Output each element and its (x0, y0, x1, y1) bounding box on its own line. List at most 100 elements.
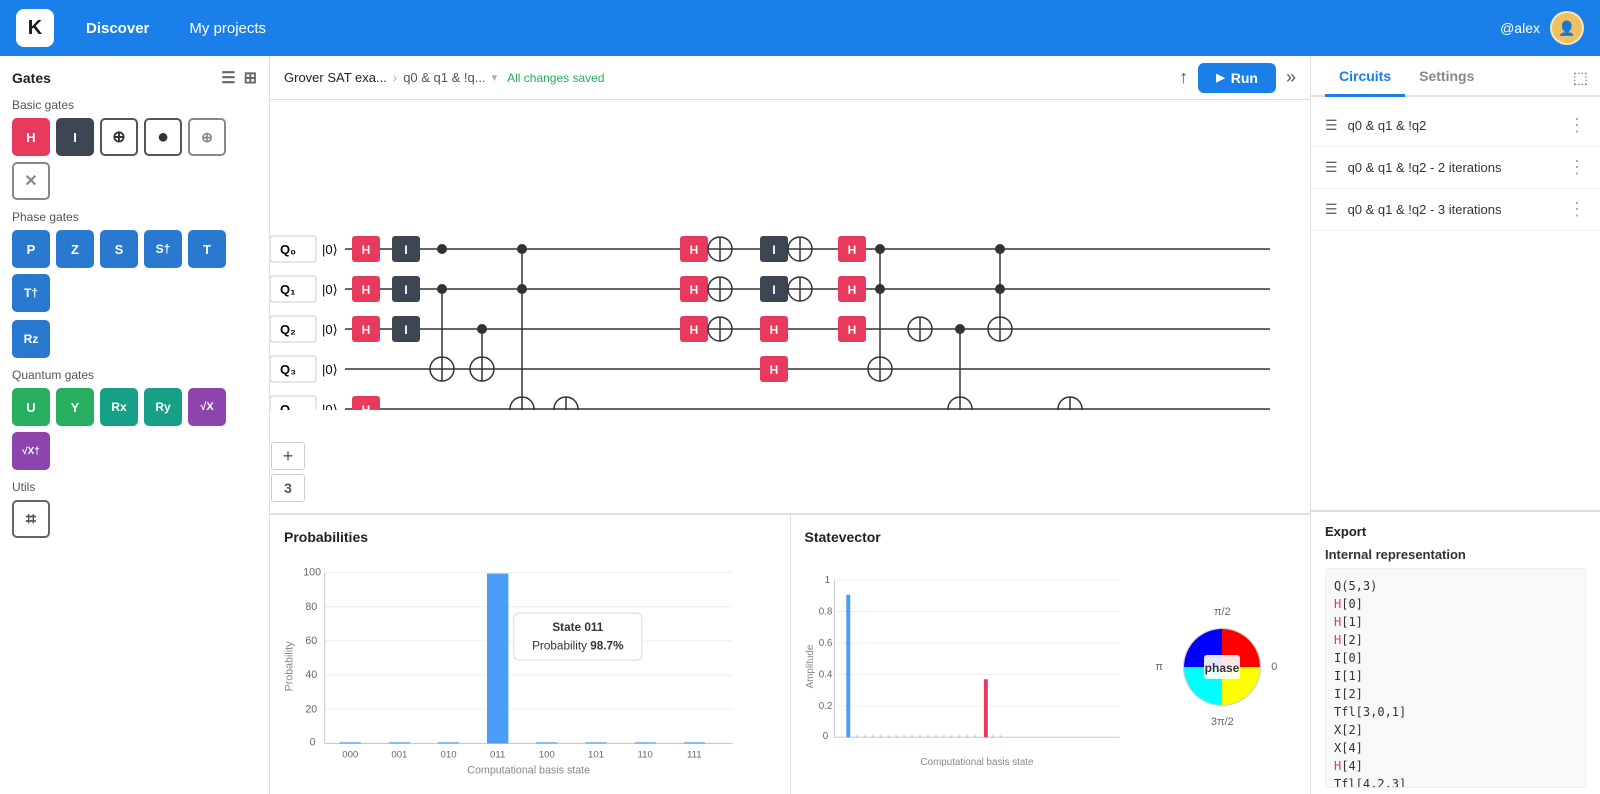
svg-text:H: H (848, 283, 857, 297)
circuit-menu-0[interactable]: ⋮ (1568, 115, 1586, 136)
svg-text:110: 110 (637, 749, 652, 760)
circuit-doc-icon-1: ☰ (1325, 159, 1338, 176)
svg-text:101: 101 (588, 749, 604, 760)
svg-text:010: 010 (441, 749, 457, 760)
bottom-panels: Probabilities 100 80 60 40 20 0 Probabil… (270, 514, 1310, 794)
gate-measure[interactable]: ⌗ (12, 500, 50, 538)
svg-text:H: H (690, 283, 699, 297)
circuit-menu-2[interactable]: ⋮ (1568, 199, 1586, 220)
nav-my-projects[interactable]: My projects (181, 16, 274, 41)
gate-swap[interactable]: ⊕ (188, 118, 226, 156)
svg-text:I: I (772, 243, 775, 257)
grid-view-icon[interactable]: ⊞ (244, 68, 257, 88)
share-icon[interactable]: ↑ (1179, 67, 1188, 88)
gate-sqx[interactable]: √X (188, 388, 226, 426)
circuit-item-0[interactable]: ☰ q0 & q1 & !q2 ⋮ (1311, 105, 1600, 147)
internal-rep-title: Internal representation (1325, 547, 1586, 562)
gate-t-dag[interactable]: T† (12, 274, 50, 312)
circuit-doc-icon-2: ☰ (1325, 201, 1338, 218)
app-header: K Discover My projects @alex 👤 (0, 0, 1600, 56)
gate-z[interactable]: Z (56, 230, 94, 268)
saved-status: All changes saved (507, 71, 604, 85)
svg-text:H: H (770, 363, 779, 377)
svg-text:0.6: 0.6 (818, 638, 832, 649)
gate-t[interactable]: T (188, 230, 226, 268)
utils-row: ⌗ (12, 500, 257, 538)
quantum-gates-row: U Y Rx Ry √X √X† (12, 388, 257, 470)
circuit-item-2[interactable]: ☰ q0 & q1 & !q2 - 3 iterations ⋮ (1311, 189, 1600, 231)
probabilities-chart: 100 80 60 40 20 0 Probability (284, 553, 776, 780)
svg-text:0.4: 0.4 (818, 669, 832, 680)
gate-u[interactable]: U (12, 388, 50, 426)
svg-text:H: H (848, 323, 857, 337)
svg-text:Probability 98.7%: Probability 98.7% (532, 639, 624, 652)
tab-settings[interactable]: Settings (1405, 56, 1488, 97)
svg-text:Amplitude: Amplitude (805, 644, 816, 688)
svg-text:|0⟩: |0⟩ (322, 362, 338, 377)
code-block[interactable]: Q(5,3) H[0] H[1] H[2] I[0] I[1] I[2] Tfl… (1325, 568, 1586, 788)
gate-s[interactable]: S (100, 230, 138, 268)
phase-gates-row: P Z S S† T T† (12, 230, 257, 312)
breadcrumb-dropdown-icon[interactable]: ▾ (492, 71, 498, 84)
more-icon[interactable]: » (1286, 67, 1296, 88)
statevector-chart: 1 0.8 0.6 0.4 0.2 0 Amplitude (805, 553, 1297, 780)
svg-text:H: H (362, 243, 371, 257)
svg-text:Q₄: Q₄ (280, 402, 296, 410)
tab-circuits[interactable]: Circuits (1325, 56, 1405, 97)
breadcrumb-sub[interactable]: q0 & q1 & !q... (403, 70, 485, 85)
gate-ry[interactable]: Ry (144, 388, 182, 426)
username: @alex (1500, 20, 1540, 36)
nav-discover[interactable]: Discover (78, 16, 157, 41)
svg-text:Probability: Probability (284, 641, 296, 691)
gate-h[interactable]: H (12, 118, 50, 156)
gate-i[interactable]: I (56, 118, 94, 156)
quantum-gates-label: Quantum gates (12, 368, 257, 382)
svg-text:Computational basis state: Computational basis state (920, 757, 1033, 768)
svg-text:H: H (362, 403, 371, 410)
svg-text:100: 100 (303, 567, 321, 579)
gate-x[interactable]: ✕ (12, 162, 50, 200)
iteration-counter[interactable]: 3 (271, 474, 305, 502)
gate-rz[interactable]: Rz (12, 320, 50, 358)
svg-text:20: 20 (305, 703, 317, 715)
circuit-name-0: q0 & q1 & !q2 (1348, 118, 1558, 133)
list-view-icon[interactable]: ☰ (221, 68, 235, 88)
breadcrumb-sep: › (393, 70, 397, 85)
gate-ctrl[interactable]: ● (144, 118, 182, 156)
main-layout: Gates ☰ ⊞ Basic gates H I ⊕ ● ⊕ ✕ Phase … (0, 56, 1600, 794)
svg-text:H: H (770, 323, 779, 337)
svg-text:001: 001 (391, 749, 407, 760)
gate-s-dag[interactable]: S† (144, 230, 182, 268)
gate-rx[interactable]: Rx (100, 388, 138, 426)
circuit-name-2: q0 & q1 & !q2 - 3 iterations (1348, 202, 1558, 217)
gate-cx[interactable]: ⊕ (100, 118, 138, 156)
circuit-menu-1[interactable]: ⋮ (1568, 157, 1586, 178)
export-section: Export Internal representation Q(5,3) H[… (1311, 510, 1600, 794)
breadcrumb-project[interactable]: Grover SAT exa... (284, 70, 387, 85)
svg-text:H: H (848, 243, 857, 257)
statevector-svg: 1 0.8 0.6 0.4 0.2 0 Amplitude (805, 553, 1139, 780)
svg-text:I: I (404, 243, 407, 257)
svg-text:80: 80 (305, 601, 317, 613)
svg-text:Q₃: Q₃ (280, 362, 296, 377)
circuit-item-1[interactable]: ☰ q0 & q1 & !q2 - 2 iterations ⋮ (1311, 147, 1600, 189)
gate-p[interactable]: P (12, 230, 50, 268)
svg-text:H: H (362, 283, 371, 297)
center-area: Grover SAT exa... › q0 & q1 & !q... ▾ Al… (270, 56, 1310, 794)
circuits-list: ☰ q0 & q1 & !q2 ⋮ ☰ q0 & q1 & !q2 - 2 it… (1311, 97, 1600, 510)
run-button[interactable]: Run (1198, 63, 1276, 93)
svg-text:Computational basis state: Computational basis state (467, 764, 590, 776)
svg-text:H: H (362, 323, 371, 337)
circuit-canvas[interactable]: Q₀ Q₁ Q₂ Q₃ Q₄ |0⟩ |0⟩ |0⟩ |0⟩ |0⟩ (270, 100, 1310, 514)
svg-text:0: 0 (822, 731, 828, 742)
panel-export-icon[interactable]: ⬚ (1573, 68, 1588, 88)
svg-text:I: I (404, 283, 407, 297)
svg-text:I: I (772, 283, 775, 297)
gate-sqx-dag[interactable]: √X† (12, 432, 50, 470)
prob-chart-svg: 100 80 60 40 20 0 Probability (284, 553, 776, 780)
svg-text:phase: phase (1205, 661, 1240, 675)
logo: K (16, 9, 54, 47)
gate-y[interactable]: Y (56, 388, 94, 426)
add-qubit-button[interactable]: + (271, 442, 305, 470)
svg-text:State 011: State 011 (552, 621, 603, 634)
